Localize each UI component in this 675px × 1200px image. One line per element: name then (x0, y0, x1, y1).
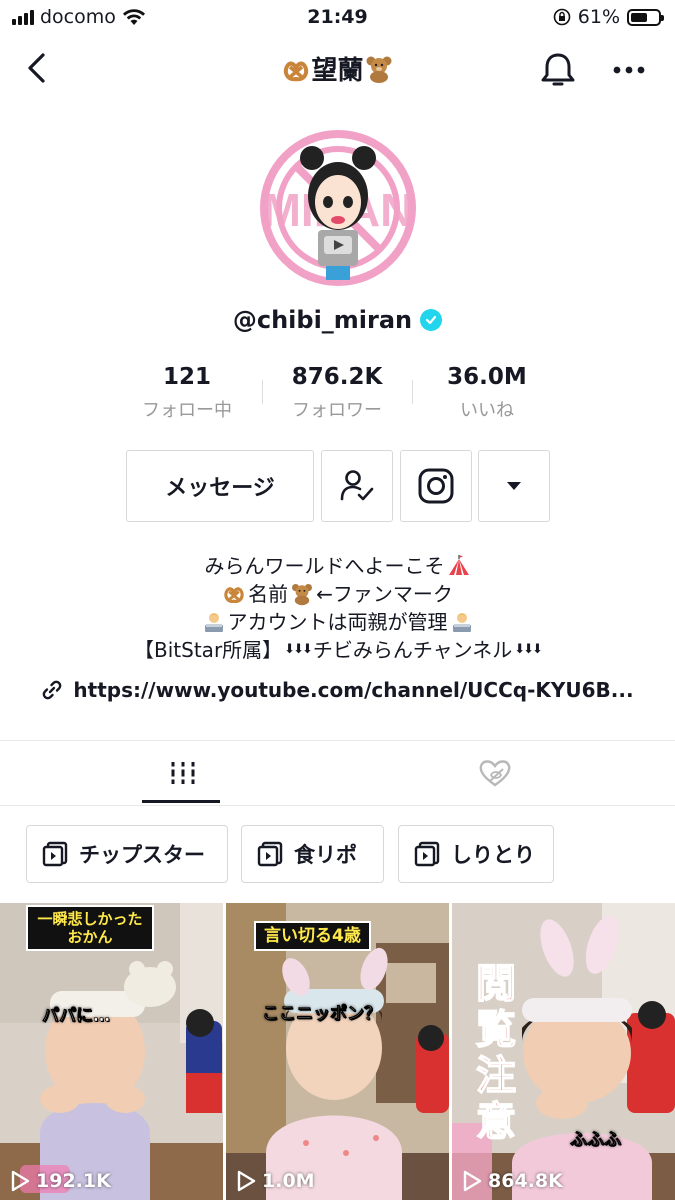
profile-bio: みらんワールドへよーこそ 名前 ←ファンマーク アカウントは両親が管理 【Bit… (0, 552, 675, 664)
video-grid: 一瞬悲しかった おかん パパに… 192.1K 言い切る4歳 ここニッポン？ 1… (0, 903, 675, 1200)
tab-liked-videos[interactable] (326, 741, 663, 805)
bio-line-2: 名前 ←ファンマーク (0, 580, 675, 608)
stat-followers[interactable]: 876.2K フォロワー (262, 364, 412, 426)
followers-count: 876.2K (291, 364, 383, 390)
bell-icon (541, 53, 575, 86)
video-overlay-text: ふふふ (570, 1130, 622, 1151)
video-caption-char: 意 (475, 1098, 517, 1146)
playlist-icon (257, 841, 283, 867)
video-thumbnail[interactable]: 言い切る4歳 ここニッポン？ 1.0M (226, 903, 449, 1200)
video-caption-char: 閲 (475, 960, 517, 1008)
header: 望蘭 (0, 38, 675, 98)
instagram-icon (418, 468, 454, 504)
playlist-icon (42, 841, 68, 867)
teddy-bear-emoji-icon (366, 56, 391, 83)
playlist-label: しりとり (451, 843, 535, 867)
status-right: 61% (553, 6, 664, 28)
following-count: 121 (162, 364, 211, 390)
likes-label: いいね (460, 400, 514, 421)
bio-line-3: アカウントは両親が管理 (0, 608, 675, 636)
battery-level (631, 12, 647, 22)
message-button[interactable]: メッセージ (126, 450, 314, 522)
bio-line-1: みらんワールドへよーこそ (0, 552, 675, 580)
technologist-emoji-icon (204, 613, 223, 632)
view-count: 1.0M (236, 1170, 315, 1192)
tab-videos[interactable] (14, 741, 351, 805)
down-arrows-icon: ⬇⬇⬇ (514, 642, 543, 657)
view-count: 192.1K (10, 1170, 111, 1192)
profile-link[interactable]: https://www.youtube.com/channel/UCCq-KYU… (0, 678, 675, 702)
video-caption-line: おかん (67, 928, 113, 946)
video-overlay-text: ここニッポン？ (262, 1004, 382, 1025)
video-caption-char: 覧 (475, 1006, 517, 1054)
message-button-label: メッセージ (165, 476, 275, 501)
hidden-heart-icon (479, 760, 510, 787)
content-tabs (0, 741, 675, 805)
play-outline-icon (463, 1170, 482, 1192)
instagram-button[interactable] (400, 450, 472, 522)
user-check-icon (340, 470, 374, 501)
playlist-chip[interactable]: しりとり (398, 825, 554, 883)
more-options-button[interactable] (606, 48, 652, 92)
likes-count: 36.0M (447, 364, 527, 390)
playlist-chip[interactable]: チップスター (26, 825, 228, 883)
orientation-lock-icon (553, 8, 571, 26)
page-title-text: 望蘭 (311, 56, 364, 86)
video-caption: 閲 覧 注 意 (472, 960, 520, 1146)
notification-button[interactable] (536, 48, 580, 92)
video-thumbnail[interactable]: 一瞬悲しかった おかん パパに… 192.1K (0, 903, 223, 1200)
video-overlay-text: パパに… (42, 1006, 111, 1027)
technologist-emoji-icon (452, 613, 471, 632)
play-outline-icon (11, 1170, 30, 1192)
video-thumbnail[interactable]: 閲 覧 注 意 ふふふ 864.8K (452, 903, 675, 1200)
profile-username: @chibi_miran (0, 306, 675, 334)
stat-following[interactable]: 121 フォロー中 (112, 364, 262, 426)
video-caption: 言い切る4歳 (254, 921, 371, 951)
playlist-label: チップスター (79, 843, 205, 867)
circus-tent-emoji-icon (448, 555, 469, 575)
following-label: フォロー中 (142, 400, 232, 421)
profile-stats: 121 フォロー中 876.2K フォロワー 36.0M いいね (112, 364, 562, 426)
view-count-text: 192.1K (36, 1170, 111, 1192)
view-count: 864.8K (462, 1170, 563, 1192)
followers-label: フォロワー (292, 400, 382, 421)
caret-down-icon (507, 482, 521, 490)
battery-icon (627, 8, 664, 26)
view-count-text: 1.0M (262, 1170, 315, 1192)
avatar-illustration: MIRAN (263, 138, 413, 280)
bio-line-4c-text: チビみらんチャンネル (312, 638, 513, 662)
playlist-label: 食リポ (294, 843, 357, 867)
tab-indicator (142, 800, 220, 803)
following-status-button[interactable] (321, 450, 393, 522)
pretzel-emoji-icon (284, 61, 309, 82)
playlist-chip[interactable]: 食リポ (241, 825, 384, 883)
video-caption-char: 注 (475, 1052, 517, 1100)
battery-percent: 61% (577, 6, 620, 28)
teddy-bear-emoji-icon (292, 584, 313, 606)
stat-likes[interactable]: 36.0M いいね (412, 364, 562, 426)
down-arrows-icon: ⬇⬇⬇ (284, 642, 313, 657)
grid-icon (168, 762, 197, 784)
link-icon (43, 680, 62, 700)
avatar[interactable]: MIRAN (260, 130, 416, 286)
pretzel-emoji-icon (224, 587, 244, 603)
playlist-icon (414, 841, 440, 867)
username-text: @chibi_miran (232, 306, 413, 334)
bio-line-1-text: みらんワールドへよーこそ (204, 554, 445, 578)
bio-line-4: 【BitStar所属】 ⬇⬇⬇ チビみらんチャンネル ⬇⬇⬇ (0, 636, 675, 664)
bio-line-4a-text: 【BitStar所属】 (134, 638, 283, 662)
suggested-accounts-button[interactable] (478, 450, 550, 522)
more-horizontal-icon (613, 66, 645, 74)
divider (0, 805, 675, 806)
bio-line-2b-text: ←ファンマーク (316, 582, 453, 606)
link-text: https://www.youtube.com/channel/UCCq-KYU… (73, 678, 634, 702)
video-caption-line: 一瞬悲しかった (37, 910, 143, 928)
bio-line-3-text: アカウントは両親が管理 (227, 610, 448, 634)
video-caption: 一瞬悲しかった おかん (26, 905, 154, 951)
bio-line-2a-text: 名前 (248, 582, 289, 606)
status-bar: docomo 21:49 61% (0, 0, 675, 36)
verified-badge-icon (420, 309, 443, 331)
play-outline-icon (237, 1170, 256, 1192)
view-count-text: 864.8K (488, 1170, 563, 1192)
